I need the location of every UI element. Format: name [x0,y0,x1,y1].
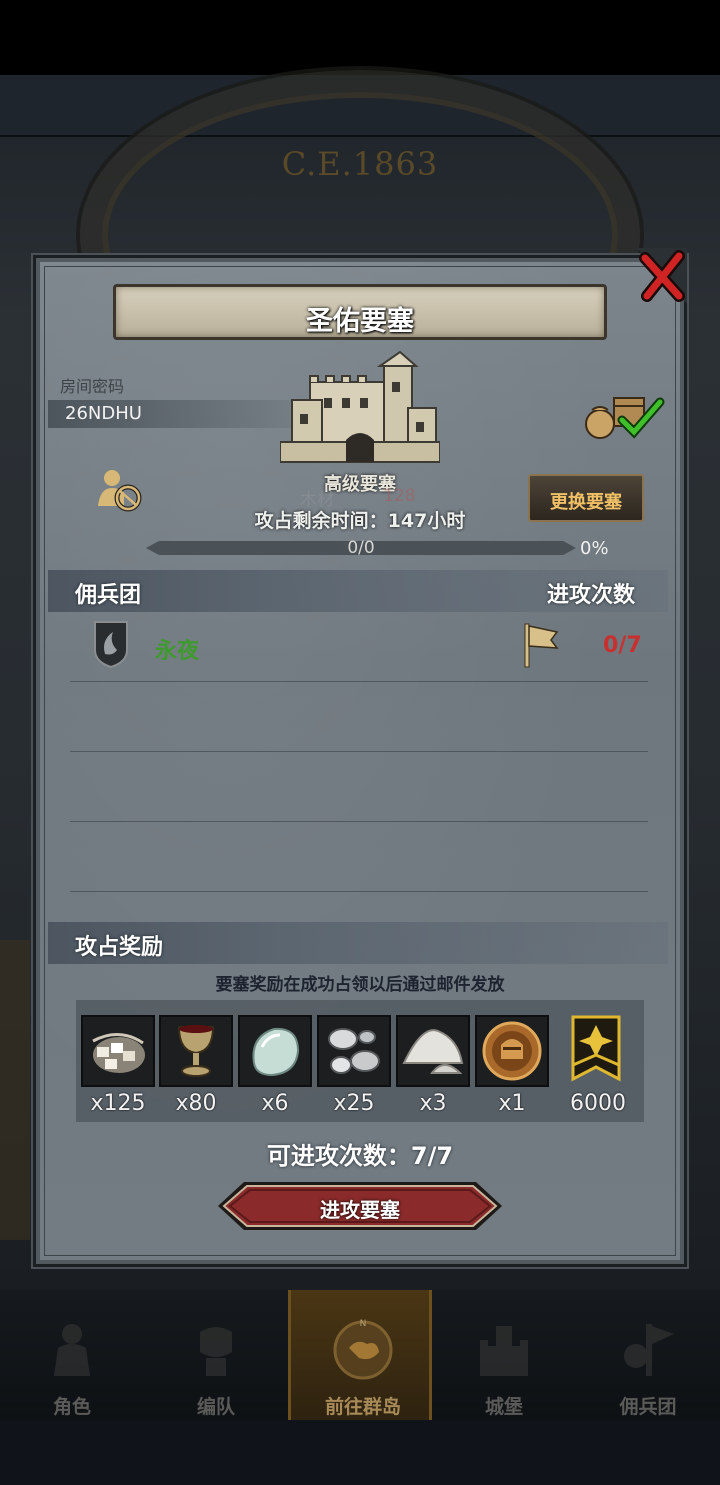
reward-item[interactable]: 6000 [561,1015,635,1116]
reward-quantity: 6000 [570,1091,626,1116]
page-title: 圣佑要塞 [306,306,414,337]
nav-item-castle[interactable]: 城堡 [432,1290,576,1420]
character-icon [54,1324,90,1376]
attack-fortress-label: 进攻要塞 [320,1198,400,1222]
attack-count-header: 进攻次数 [547,583,636,608]
nav-label: 角色 [52,1396,91,1418]
attack-fortress-button[interactable]: 进攻要塞 [216,1180,504,1232]
reward-slot [475,1015,549,1087]
guild-banner-icon [571,1015,621,1082]
row-divider [70,751,648,752]
reward-item[interactable]: x6 [238,1015,312,1116]
moonstone-icon [252,1027,300,1077]
knight-medal-icon [482,1021,542,1081]
room-code-label: 房间密码 [60,377,125,396]
nav-label: 前往群岛 [324,1396,401,1418]
silver-nuggets-icon [328,1028,380,1074]
reward-item[interactable]: x125 [81,1015,155,1116]
reward-item[interactable]: x1 [475,1015,549,1116]
bottom-navigation: 角色 编队 N 前往群岛 城堡 佣兵团 [0,1290,720,1420]
nav-label: 城堡 [484,1396,523,1418]
nav-item-formation[interactable]: 编队 [144,1290,288,1420]
available-attacks: 可进攻次数：7/7 [266,1142,454,1170]
reward-quantity: x6 [261,1091,289,1116]
reward-slot [159,1015,233,1087]
reward-slot [81,1015,155,1087]
occupation-timer: 攻占剩余时间：147小时 [254,510,466,532]
castle-icon [480,1326,528,1376]
compass-map-icon: N [333,1319,393,1380]
reward-quantity: x80 [175,1091,217,1116]
reward-slot [238,1015,312,1087]
title-banner: 圣佑要塞 [113,284,607,340]
nav-item-character[interactable]: 角色 [0,1290,144,1420]
row-divider [70,821,648,822]
progress-text: 0/0 [347,538,375,558]
guild-emblem-icon [94,621,128,668]
rough-stone-icon [92,1033,145,1073]
svg-text:N: N [360,1319,367,1329]
guild-header-label: 佣兵团 [75,583,142,608]
era-label: C.E.1863 [281,145,439,183]
mercenary-icon [624,1324,674,1376]
reward-quantity: x1 [498,1091,526,1116]
progress-percent: 0% [580,538,609,559]
reward-item[interactable]: x25 [317,1015,391,1116]
row-divider [70,891,648,892]
reward-quantity: x3 [419,1091,447,1116]
nav-label: 佣兵团 [619,1396,677,1418]
status-bar-area [0,0,720,75]
close-icon [637,248,687,304]
reward-slot [317,1015,391,1087]
reward-slot [561,1015,635,1087]
nav-item-archipelago[interactable]: N 前往群岛 [288,1290,432,1420]
reward-item[interactable]: x80 [159,1015,233,1116]
row-divider [70,681,648,682]
flag-icon [524,623,559,668]
rewards-header-label: 攻占奖励 [75,935,164,960]
room-code-value[interactable]: 26NDHU [65,403,142,424]
goblet-icon [177,1025,215,1077]
nav-label: 编队 [196,1396,235,1418]
guild-attack-count: 0/7 [603,633,642,658]
faded-resource-value: 128 [383,486,416,506]
formation-icon [200,1327,232,1376]
salt-pile-icon [402,1029,464,1074]
fortress-castle-icon [280,350,440,463]
guild-name[interactable]: 永夜 [155,633,199,665]
reward-quantity: x25 [333,1091,375,1116]
reward-item[interactable]: x3 [396,1015,470,1116]
reward-slot [396,1015,470,1087]
supplies-check-icon[interactable] [584,392,666,442]
nav-item-mercenary[interactable]: 佣兵团 [576,1290,720,1420]
nav-bottom-strip [0,1420,720,1485]
reward-quantity: x125 [90,1091,146,1116]
close-button[interactable] [637,248,687,304]
rewards-note: 要塞奖励在成功占领以后通过邮件发放 [215,975,505,995]
